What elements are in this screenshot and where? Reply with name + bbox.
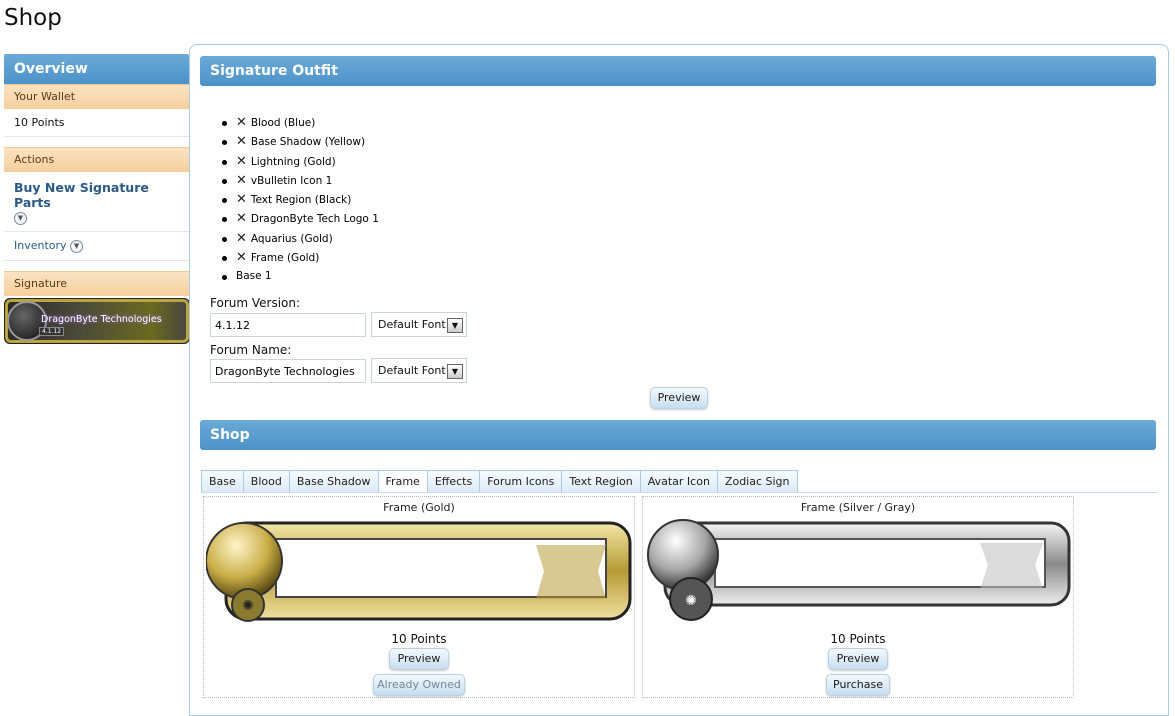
sidebar: Overview Your Wallet 10 Points Actions B… — [4, 54, 190, 344]
tab-base[interactable]: Base — [201, 470, 244, 493]
svg-text:✺: ✺ — [685, 593, 697, 609]
forum-name-input[interactable] — [210, 359, 366, 383]
outfit-preview-button[interactable]: Preview — [650, 387, 708, 409]
item-preview-button[interactable]: Preview — [828, 648, 888, 670]
font-select-value: Default Font — [378, 318, 446, 331]
close-icon[interactable]: ✕ — [236, 154, 247, 169]
outfit-item-label: DragonByte Tech Logo 1 — [250, 213, 379, 226]
dropdown-arrow-icon[interactable]: ▼ — [447, 364, 463, 379]
dropdown-arrow-icon[interactable]: ▼ — [447, 318, 463, 333]
forum-name-label: Forum Name: — [210, 343, 292, 357]
close-icon[interactable]: ✕ — [236, 115, 247, 130]
shop-item-frame-gold: Frame (Gold) ✺ 10 Points Preview Already… — [203, 496, 635, 698]
outfit-item-label: Base Shadow (Yellow) — [250, 136, 366, 149]
sidebar-header: Overview — [4, 54, 189, 84]
forum-version-input[interactable] — [210, 313, 366, 337]
inventory-link[interactable]: Inventory ▼ — [4, 232, 189, 261]
outfit-item: Base 1 — [222, 267, 379, 286]
close-icon[interactable]: ✕ — [236, 231, 247, 246]
frame-gold-image: ✺ — [206, 521, 632, 622]
tab-avatar-icon[interactable]: Avatar Icon — [639, 470, 718, 493]
tab-zodiac-sign[interactable]: Zodiac Sign — [716, 470, 798, 493]
tab-forum-icons[interactable]: Forum Icons — [479, 470, 563, 493]
outfit-item: ✕ Aquarius (Gold) — [222, 229, 379, 248]
outfit-list: ✕ Blood (Blue) ✕ Base Shadow (Yellow) ✕ Lig… — [222, 113, 379, 287]
outfit-item-label: Aquarius (Gold) — [250, 232, 333, 245]
signature-outfit-header: Signature Outfit — [200, 56, 1156, 86]
outfit-item-label: Frame (Gold) — [250, 252, 320, 265]
outfit-item: ✕ DragonByte Tech Logo 1 — [222, 209, 379, 228]
already-owned-button: Already Owned — [373, 674, 465, 696]
item-preview-button[interactable]: Preview — [389, 648, 449, 670]
close-icon[interactable]: ✕ — [236, 250, 247, 265]
shop-item-frame-silver: Frame (Silver / Gray) ✺ 10 Points Previe… — [642, 496, 1074, 698]
font-select-value: Default Font — [378, 364, 446, 377]
forum-name-font-select[interactable]: Default Font ▼ — [371, 358, 467, 383]
outfit-item: ✕ Frame (Gold) — [222, 248, 379, 267]
wallet-section-heading: Your Wallet — [4, 84, 189, 109]
signature-forum-name: DragonByte Technologies — [41, 313, 162, 325]
buy-signature-parts-label: Buy New Signature Parts — [14, 180, 149, 210]
outfit-item-label: Lightning (Gold) — [250, 155, 336, 168]
item-price: 10 Points — [391, 632, 447, 646]
shop-tabs: Base Blood Base Shadow Frame Effects For… — [201, 470, 798, 493]
outfit-item-label: vBulletin Icon 1 — [250, 174, 333, 187]
outfit-item-label: Base 1 — [236, 270, 272, 283]
buy-signature-parts-link[interactable]: Buy New Signature Parts ▼ — [4, 172, 189, 232]
tab-blood[interactable]: Blood — [242, 470, 290, 493]
outfit-item: ✕ Text Region (Black) — [222, 190, 379, 209]
shop-header: Shop — [200, 420, 1156, 450]
signature-image: DragonByte Technologies 4.1.12 — [4, 297, 190, 344]
forum-version-label: Forum Version: — [210, 296, 301, 310]
outfit-item: ✕ Lightning (Gold) — [222, 152, 379, 171]
inventory-label: Inventory — [14, 239, 67, 252]
close-icon[interactable]: ✕ — [236, 211, 247, 226]
outfit-item-label: Blood (Blue) — [250, 117, 316, 129]
tab-text-region[interactable]: Text Region — [561, 470, 641, 493]
svg-text:✺: ✺ — [242, 598, 254, 614]
wallet-balance: 10 Points — [4, 109, 189, 137]
purchase-button[interactable]: Purchase — [826, 674, 890, 696]
signature-version: 4.1.12 — [39, 326, 65, 336]
outfit-item: ✕ vBulletin Icon 1 — [222, 171, 379, 190]
item-title: Frame (Silver / Gray) — [800, 501, 916, 514]
signature-section-heading: Signature — [4, 270, 189, 296]
outfit-item: ✕ Blood (Blue) — [222, 113, 379, 132]
item-title: Frame (Gold) — [383, 501, 455, 514]
tab-frame[interactable]: Frame — [377, 470, 428, 493]
forum-version-font-select[interactable]: Default Font ▼ — [371, 312, 467, 337]
item-price: 10 Points — [830, 632, 886, 646]
main-panel: Signature Outfit ✕ Blood (Blue) ✕ Base Sha… — [189, 44, 1169, 716]
tab-base-shadow[interactable]: Base Shadow — [288, 470, 379, 493]
close-icon[interactable]: ✕ — [236, 173, 247, 188]
chevron-down-icon[interactable]: ▼ — [70, 239, 84, 253]
chevron-down-icon[interactable]: ▼ — [14, 212, 27, 225]
actions-section-heading: Actions — [4, 147, 189, 172]
outfit-item-label: Text Region (Black) — [250, 194, 352, 207]
tabs-divider — [201, 492, 1157, 493]
frame-silver-image: ✺ — [647, 519, 1071, 621]
outfit-item: ✕ Base Shadow (Yellow) — [222, 132, 379, 151]
close-icon[interactable]: ✕ — [236, 134, 247, 149]
tab-effects[interactable]: Effects — [426, 470, 481, 493]
close-icon[interactable]: ✕ — [236, 192, 247, 207]
page-title: Shop — [4, 5, 62, 31]
